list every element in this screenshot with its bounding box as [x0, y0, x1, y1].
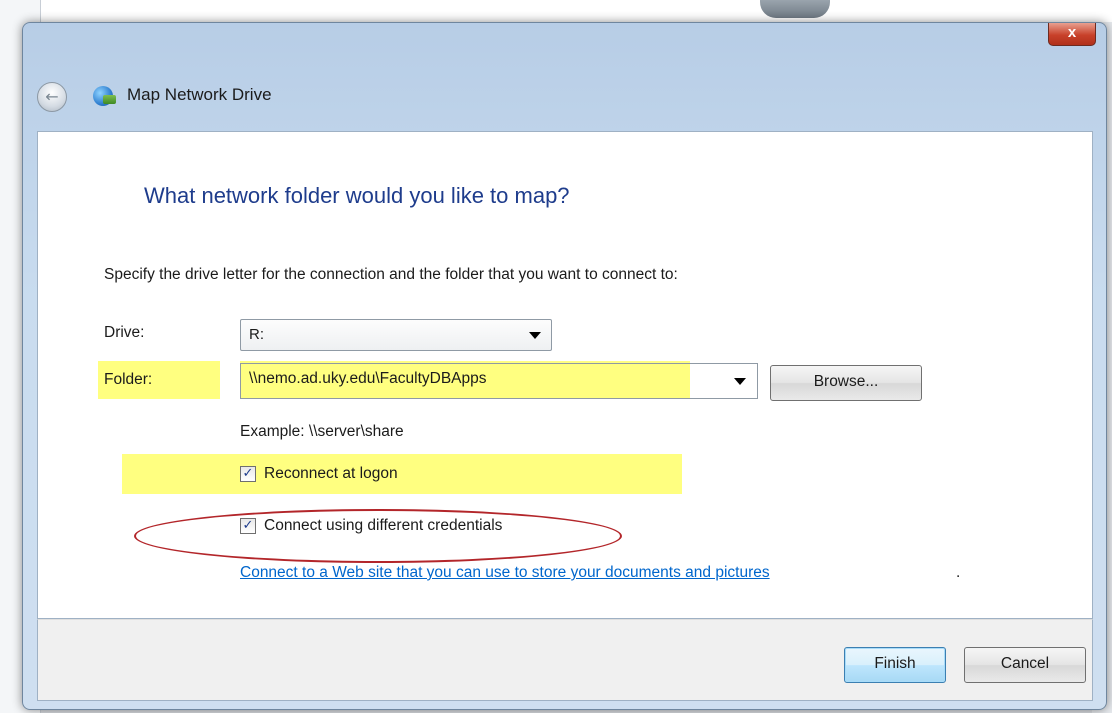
- example-text: Example: \\server\share: [240, 423, 404, 440]
- reconnect-checkbox[interactable]: ✓: [240, 466, 256, 482]
- cancel-button[interactable]: Cancel: [964, 647, 1086, 683]
- web-site-link[interactable]: Connect to a Web site that you can use t…: [240, 564, 770, 582]
- folder-dropdown-button[interactable]: [725, 364, 757, 398]
- browse-button[interactable]: Browse...: [770, 365, 922, 401]
- instruction-text: Specify the drive letter for the connect…: [104, 266, 678, 283]
- reconnect-label: Reconnect at logon: [264, 465, 398, 482]
- page-heading: What network folder would you like to ma…: [144, 183, 570, 208]
- dialog-title: Map Network Drive: [127, 85, 272, 104]
- drive-label: Drive:: [104, 324, 145, 341]
- map-network-drive-dialog: x ← Map Network Drive What network folde…: [22, 22, 1107, 710]
- folder-input-value: \\nemo.ad.uky.edu\FacultyDBApps: [249, 370, 487, 387]
- chevron-down-icon: [734, 378, 746, 385]
- back-arrow-icon: ←: [45, 87, 59, 106]
- dialog-footer: Finish Cancel: [37, 619, 1093, 701]
- credentials-label: Connect using different credentials: [264, 517, 503, 534]
- background-device-graphic: [760, 0, 830, 18]
- dialog-header: ← Map Network Drive: [23, 71, 1106, 121]
- web-link-period: .: [956, 564, 961, 581]
- dialog-content: What network folder would you like to ma…: [37, 131, 1093, 619]
- drive-select-value: R:: [249, 326, 264, 343]
- close-icon: x: [1067, 24, 1077, 41]
- folder-combobox[interactable]: \\nemo.ad.uky.edu\FacultyDBApps: [240, 363, 758, 399]
- credentials-checkbox[interactable]: ✓: [240, 518, 256, 534]
- close-button[interactable]: x: [1048, 23, 1096, 46]
- folder-label: Folder:: [104, 371, 153, 388]
- network-drive-icon: [93, 86, 116, 106]
- back-button[interactable]: ←: [37, 82, 67, 112]
- reconnect-highlight: [122, 454, 682, 494]
- drive-select[interactable]: R:: [240, 319, 552, 351]
- background-top: [0, 0, 1112, 22]
- finish-button[interactable]: Finish: [844, 647, 946, 683]
- chevron-down-icon: [529, 332, 541, 339]
